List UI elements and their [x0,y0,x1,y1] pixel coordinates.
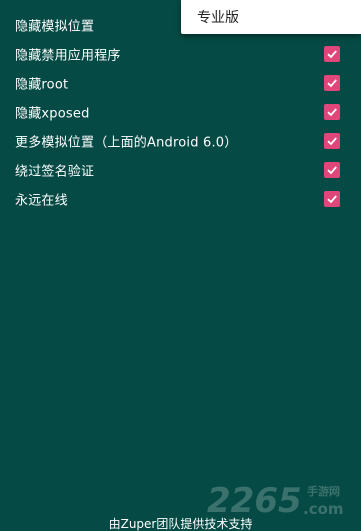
setting-label: 隐藏root [15,77,69,92]
setting-row-always-online[interactable]: 永远在线 [0,184,361,213]
checkbox[interactable] [324,190,340,207]
check-icon [327,194,337,203]
checkbox[interactable] [324,45,340,62]
checkbox[interactable] [324,132,340,149]
setting-label: 绕过签名验证 [15,164,95,179]
watermark-logo-text: 2265 [207,481,302,519]
checkbox[interactable] [324,161,340,178]
check-icon [327,165,337,174]
settings-list: 隐藏模拟位置 隐藏禁用应用程序 隐藏root 隐藏xposed 更多模拟位置（上… [0,10,361,213]
check-icon [327,78,337,87]
check-icon [327,136,337,145]
setting-row-hide-root[interactable]: 隐藏root [0,68,361,97]
setting-row-bypass-signature[interactable]: 绕过签名验证 [0,155,361,184]
setting-label: 隐藏模拟位置 [15,19,95,34]
setting-row-hide-disabled-apps[interactable]: 隐藏禁用应用程序 [0,39,361,68]
menu-item-pro-version[interactable]: 专业版 [197,7,239,27]
setting-label: 隐藏禁用应用程序 [15,48,121,63]
check-icon [327,49,337,58]
checkbox[interactable] [324,74,340,91]
setting-label: 永远在线 [15,193,68,208]
watermark-suffix: .com [303,500,344,518]
setting-row-hide-xposed[interactable]: 隐藏xposed [0,97,361,126]
checkbox[interactable] [324,103,340,120]
setting-row-more-mock-location[interactable]: 更多模拟位置（上面的Android 6.0） [0,126,361,155]
setting-label: 隐藏xposed [15,106,90,121]
watermark-logo: 2265 .com 手游网 [207,481,344,519]
settings-screen: 隐藏模拟位置 隐藏禁用应用程序 隐藏root 隐藏xposed 更多模拟位置（上… [0,0,361,531]
footer-credit: 由Zuper团队提供技术支持 [108,517,253,531]
overflow-popup-menu: 专业版 [181,0,361,34]
setting-label: 更多模拟位置（上面的Android 6.0） [15,135,238,150]
watermark-tagline: 手游网 [307,484,340,498]
check-icon [327,107,337,116]
